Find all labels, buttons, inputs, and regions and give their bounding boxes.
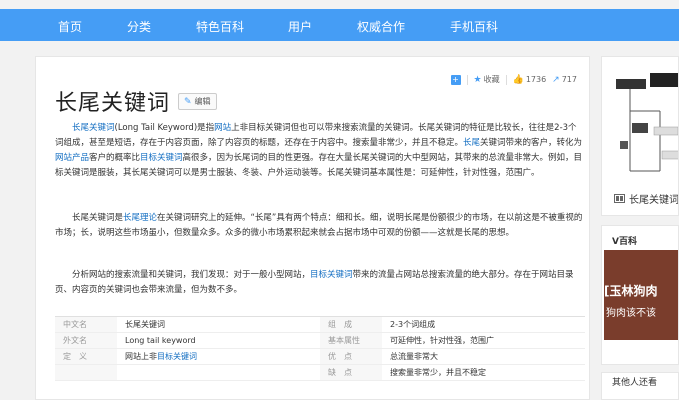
related-title: 其他人还看: [612, 378, 658, 388]
image-caption[interactable]: 长尾关键词: [614, 191, 679, 206]
entry-image[interactable]: [610, 71, 678, 181]
paragraph-text: 关键词带来的客户，转化为: [480, 138, 583, 148]
nav-featured[interactable]: 特色百科: [196, 18, 244, 35]
share-button[interactable]: ↗ 717: [552, 75, 577, 85]
banner-subtitle: 狗肉该不该: [606, 308, 656, 319]
paragraph-2: 长尾关键词是长尾理论在关键词研究上的延伸。“长尾”具有两个特点：细和长。细，说明…: [55, 211, 585, 241]
banner-title: [玉林狗肉: [604, 284, 658, 298]
info-value: [117, 365, 320, 380]
share-count: 717: [561, 75, 577, 84]
divider: [466, 74, 468, 85]
nav-home[interactable]: 首页: [58, 18, 82, 35]
edit-label: 编辑: [194, 97, 211, 106]
info-name: [55, 365, 117, 380]
info-value: 可延伸性，针对性强，范围广: [390, 336, 494, 345]
paragraph-text: 分析网站的搜索流量和关键词，我们发现：对于一般小型网站，: [72, 270, 311, 280]
paragraph-text: (Long Tail Keyword)是指: [114, 123, 215, 133]
table-row: 缺 点 搜索量非常少，并且不稳定: [55, 365, 585, 381]
inline-link[interactable]: 长尾理论: [123, 213, 157, 223]
info-name: 组 成: [320, 317, 382, 332]
info-name: 外文名: [55, 333, 117, 348]
inline-link[interactable]: 长尾关键词: [72, 123, 115, 133]
collect-label: 收藏: [483, 75, 500, 84]
nav-user[interactable]: 用户: [288, 18, 312, 35]
info-value: 长尾关键词: [125, 320, 165, 329]
star-icon: ★: [473, 74, 482, 85]
paragraph-3: 分析网站的搜索流量和关键词，我们发现：对于一般小型网站，目标关键词带来的流量占网…: [55, 268, 585, 298]
inline-link[interactable]: 目标关键词: [310, 270, 353, 280]
share-icon: ↗: [552, 74, 560, 85]
paragraph-text: 客户的概率比: [89, 153, 141, 163]
nav-partners[interactable]: 权威合作: [357, 18, 405, 35]
diagram-thumbnail: [616, 73, 678, 172]
divider: [505, 74, 507, 85]
info-value: 搜索量非常少，并且不稳定: [390, 368, 486, 377]
related-card: 其他人还看: [601, 372, 679, 400]
vbaike-card: V百科 [玉林狗肉 狗肉该不该: [601, 225, 679, 365]
vbaike-banner[interactable]: [玉林狗肉 狗肉该不该: [604, 250, 678, 340]
inline-link[interactable]: 网站: [214, 123, 231, 133]
basic-info-table: 中文名 长尾关键词 组 成 2-3个词组成 外文名 Long tail keyw…: [55, 316, 585, 381]
thumbs-up-icon: 👍: [512, 74, 524, 85]
info-value: 总流量非常大: [390, 352, 438, 361]
pencil-icon: ✎: [184, 96, 192, 107]
collect-button[interactable]: ★ 收藏: [474, 74, 500, 85]
inline-link[interactable]: 目标关键词: [140, 153, 183, 163]
add-icon[interactable]: +: [450, 74, 461, 85]
table-row: 外文名 Long tail keyword 基本属性 可延伸性，针对性强，范围广: [55, 333, 585, 349]
info-name: 缺 点: [320, 365, 382, 380]
table-row: 定 义 网站上非 目标关键词 优 点 总流量非常大: [55, 349, 585, 365]
info-value-link: 网站上非 目标关键词: [117, 349, 320, 364]
sidebar-image-card: 长尾关键词: [601, 56, 679, 216]
table-row: 中文名 长尾关键词 组 成 2-3个词组成: [55, 317, 585, 333]
info-name: 定 义: [55, 349, 117, 364]
main-nav: 首页 分类 特色百科 用户 权威合作 手机百科: [0, 9, 679, 41]
info-value: Long tail keyword: [125, 336, 196, 345]
paragraph-text: 长尾关键词是: [72, 213, 124, 223]
edit-button[interactable]: ✎ 编辑: [178, 93, 217, 110]
album-icon: [614, 194, 625, 203]
vbaike-title: V百科: [612, 237, 637, 247]
info-value: 2-3个词组成: [390, 320, 436, 329]
like-button[interactable]: 👍 1736: [513, 75, 547, 85]
entry-actions: + ★ 收藏 👍 1736 ↗ 717: [450, 74, 577, 85]
inline-link[interactable]: 网站产品: [55, 153, 89, 163]
nav-category[interactable]: 分类: [127, 18, 151, 35]
caption-text: 长尾关键词: [629, 195, 679, 206]
nav-mobile[interactable]: 手机百科: [450, 18, 498, 35]
page-title: 长尾关键词: [55, 91, 171, 116]
paragraph-1: 长尾关键词(Long Tail Keyword)是指网站上非目标关键词但也可以带…: [55, 121, 585, 181]
info-name: 基本属性: [320, 333, 382, 348]
info-name: 中文名: [55, 317, 117, 332]
top-strip: [0, 0, 679, 9]
inline-link[interactable]: 长尾: [463, 138, 480, 148]
definition-link[interactable]: 目标关键词: [157, 351, 197, 362]
entry-card: 长尾关键词 ✎ 编辑 + ★ 收藏 👍 1736 ↗ 717 长尾关键词(Lon…: [35, 56, 590, 400]
like-count: 1736: [525, 75, 547, 84]
definition-prefix: 网站上非: [125, 352, 157, 361]
info-name: 优 点: [320, 349, 382, 364]
